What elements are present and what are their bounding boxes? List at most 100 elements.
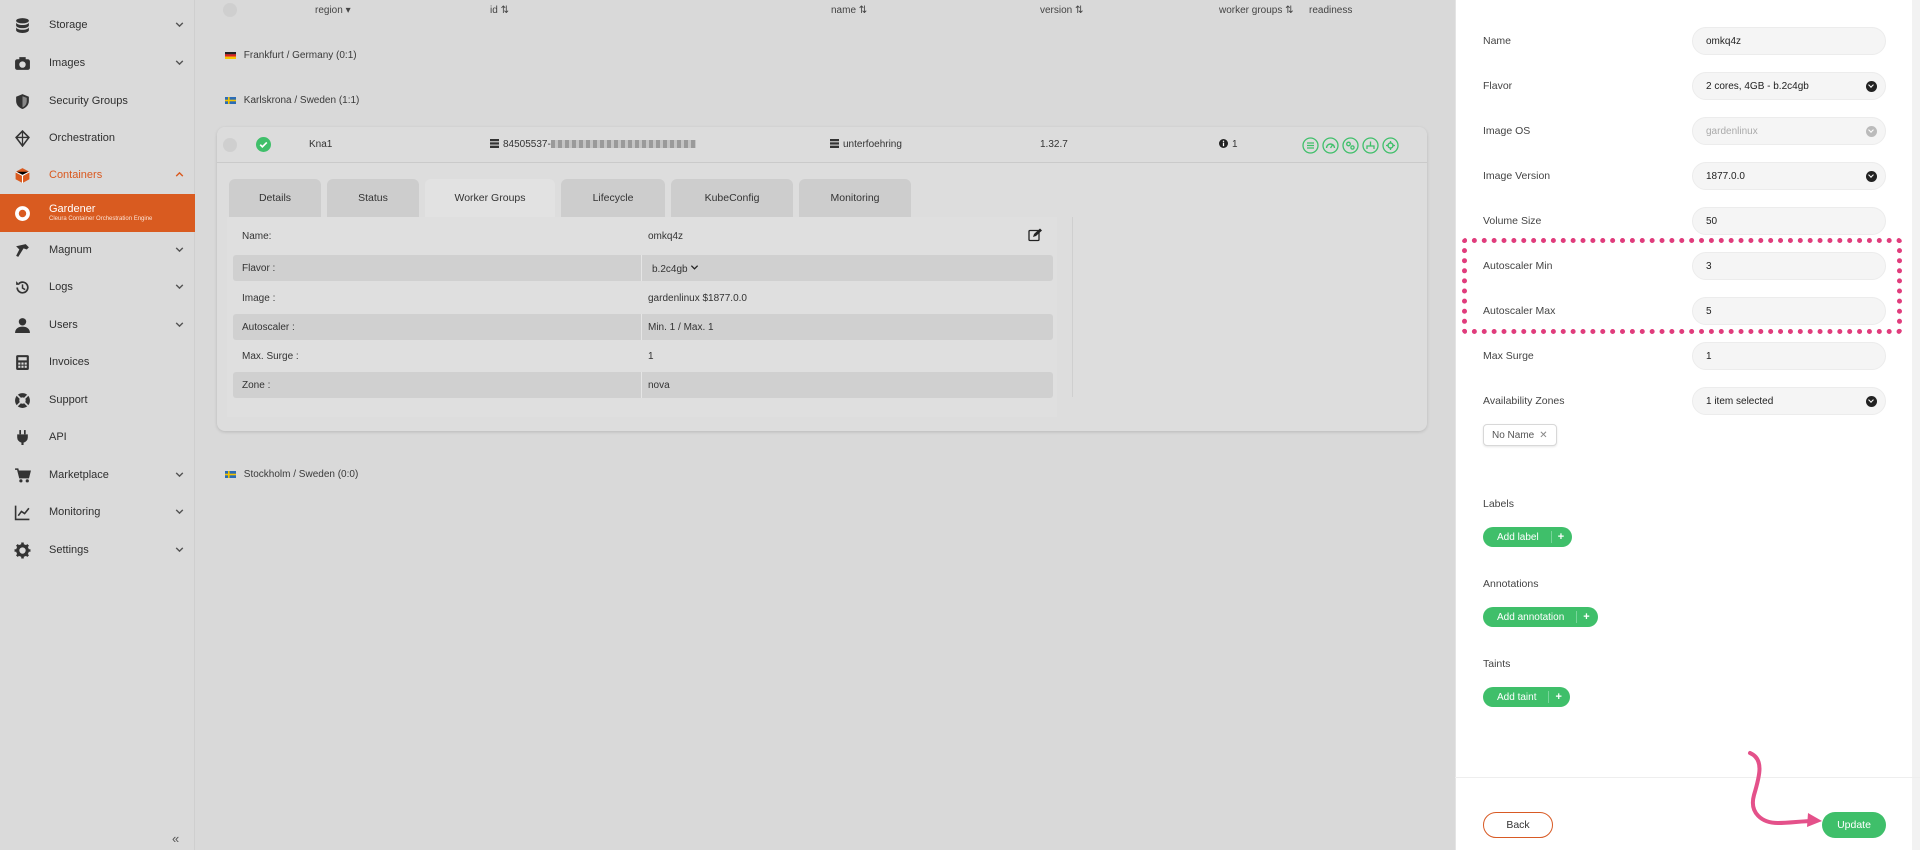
max-surge-input[interactable]: 1 bbox=[1692, 342, 1886, 370]
flavor-dropdown[interactable]: b.2c4gb bbox=[652, 263, 699, 275]
name-input[interactable]: omkq4z bbox=[1692, 27, 1886, 55]
panel-scrollbar[interactable] bbox=[1912, 0, 1920, 850]
column-header-name[interactable]: name ⇅ bbox=[831, 5, 867, 16]
tab-lifecycle[interactable]: Lifecycle bbox=[561, 179, 665, 217]
column-header-id[interactable]: id ⇅ bbox=[490, 5, 509, 16]
chevron-down-icon bbox=[1866, 81, 1877, 92]
sidebar-item-label: Users bbox=[49, 319, 78, 331]
button-label: Add taint bbox=[1497, 691, 1537, 703]
sidebar-item-containers[interactable]: Containers bbox=[0, 159, 195, 191]
edit-icon[interactable] bbox=[1028, 228, 1042, 242]
worker-groups-value: 1 bbox=[1232, 139, 1238, 150]
cell-divider bbox=[641, 255, 642, 281]
select-value: 1877.0.0 bbox=[1706, 170, 1745, 182]
add-label-button[interactable]: Add label + bbox=[1483, 527, 1573, 547]
image-os-select[interactable]: gardenlinux bbox=[1692, 117, 1886, 145]
close-icon[interactable]: ✕ bbox=[1539, 430, 1547, 441]
select-all-checkbox[interactable] bbox=[223, 3, 237, 17]
tab-kubeconfig[interactable]: KubeConfig bbox=[671, 179, 793, 217]
sidebar-item-label: Orchestration bbox=[49, 132, 116, 144]
chevron-down-icon bbox=[175, 247, 184, 253]
cell-divider bbox=[641, 372, 642, 398]
tab-monitoring[interactable]: Monitoring bbox=[799, 179, 911, 217]
add-taint-button[interactable]: Add taint + bbox=[1483, 687, 1570, 707]
user-icon bbox=[15, 317, 30, 333]
tab-status[interactable]: Status bbox=[327, 179, 419, 217]
chevron-down-icon bbox=[175, 547, 184, 553]
cluster-row[interactable]: Kna1 84505537- unterfoehring 1.32.7 1 bbox=[217, 127, 1427, 163]
column-header-worker-groups[interactable]: worker groups ⇅ bbox=[1219, 5, 1294, 16]
taints-heading: Taints bbox=[1483, 658, 1511, 670]
chevron-down-icon bbox=[1866, 171, 1877, 182]
sidebar-item-images[interactable]: Images bbox=[0, 47, 195, 79]
field-label-flavor: Flavor bbox=[1483, 80, 1513, 92]
main-content: region ▾ id ⇅ name ⇅ version ⇅ worker gr… bbox=[195, 0, 1455, 850]
chevron-down-icon bbox=[1866, 396, 1877, 407]
collapse-sidebar-button[interactable]: « bbox=[172, 831, 179, 846]
availability-zones-select[interactable]: 1 item selected bbox=[1692, 387, 1886, 415]
update-button[interactable]: Update bbox=[1822, 812, 1886, 838]
sidebar-item-magnum[interactable]: Magnum bbox=[0, 234, 195, 266]
sidebar-item-text-group: Gardener Cleura Container Orchestration … bbox=[49, 203, 152, 223]
cluster-region: Kna1 bbox=[309, 139, 333, 150]
detail-value: nova bbox=[648, 380, 670, 391]
region-group-stockholm[interactable]: Stockholm / Sweden (0:0) bbox=[225, 469, 358, 480]
sidebar-item-invoices[interactable]: Invoices bbox=[0, 346, 195, 378]
row-checkbox[interactable] bbox=[223, 138, 237, 152]
sidebar-item-security-groups[interactable]: Security Groups bbox=[0, 85, 195, 117]
tab-worker-groups[interactable]: Worker Groups bbox=[425, 179, 555, 217]
sidebar-item-marketplace[interactable]: Marketplace bbox=[0, 459, 195, 491]
chevron-down-icon bbox=[175, 472, 184, 478]
chart-line-icon bbox=[14, 505, 30, 520]
field-label-image-version: Image Version bbox=[1483, 170, 1551, 182]
calculator-icon bbox=[16, 354, 29, 370]
cluster-card: Kna1 84505537- unterfoehring 1.32.7 1 De… bbox=[217, 127, 1427, 431]
header-label: version bbox=[1040, 5, 1073, 16]
sidebar-item-support[interactable]: Support bbox=[0, 384, 195, 416]
volume-size-input[interactable]: 50 bbox=[1692, 207, 1886, 235]
magnum-icon bbox=[16, 243, 29, 257]
sidebar-item-monitoring[interactable]: Monitoring bbox=[0, 496, 195, 528]
sidebar-item-label: Security Groups bbox=[49, 95, 128, 107]
column-header-region[interactable]: region ▾ bbox=[315, 5, 351, 16]
chevron-down-icon bbox=[175, 22, 184, 28]
sidebar-item-gardener[interactable]: Gardener Cleura Container Orchestration … bbox=[0, 194, 195, 232]
header-label: name bbox=[831, 5, 857, 16]
detail-key: Max. Surge : bbox=[242, 351, 299, 362]
labels-heading: Labels bbox=[1483, 498, 1514, 510]
row-background bbox=[233, 314, 1053, 340]
plus-icon: + bbox=[1548, 691, 1562, 703]
region-label: Karlskrona / Sweden (1:1) bbox=[243, 95, 360, 106]
info-icon bbox=[1219, 139, 1228, 148]
check-circle-icon bbox=[256, 137, 271, 152]
image-version-select[interactable]: 1877.0.0 bbox=[1692, 162, 1886, 190]
region-group-karlskrona[interactable]: Karlskrona / Sweden (1:1) bbox=[225, 95, 359, 106]
gear-icon bbox=[14, 542, 31, 558]
select-value: 2 cores, 4GB - b.2c4gb bbox=[1706, 80, 1809, 92]
plus-icon: + bbox=[1576, 611, 1590, 623]
sidebar-item-settings[interactable]: Settings bbox=[0, 534, 195, 566]
back-button[interactable]: Back bbox=[1483, 812, 1553, 838]
detail-row-autoscaler: Autoscaler : Min. 1 / Max. 1 bbox=[233, 314, 1053, 340]
select-value: gardenlinux bbox=[1706, 125, 1758, 137]
detail-value: b.2c4gb bbox=[652, 264, 688, 275]
tab-details[interactable]: Details bbox=[229, 179, 321, 217]
region-group-frankfurt[interactable]: Frankfurt / Germany (0:1) bbox=[225, 50, 357, 61]
sidebar-item-logs[interactable]: Logs bbox=[0, 271, 195, 303]
region-label: Frankfurt / Germany (0:1) bbox=[243, 50, 357, 61]
column-header-version[interactable]: version ⇅ bbox=[1040, 5, 1083, 16]
camera-icon bbox=[15, 56, 30, 70]
cluster-name: unterfoehring bbox=[830, 139, 902, 150]
sidebar-item-label: Logs bbox=[49, 281, 73, 293]
sidebar-item-orchestration[interactable]: Orchestration bbox=[0, 122, 195, 154]
sidebar-item-api[interactable]: API bbox=[0, 421, 195, 453]
flavor-select[interactable]: 2 cores, 4GB - b.2c4gb bbox=[1692, 72, 1886, 100]
detail-row-flavor: Flavor : b.2c4gb bbox=[233, 255, 1053, 281]
box-icon bbox=[15, 167, 30, 183]
header-label: id bbox=[490, 5, 498, 16]
add-annotation-button[interactable]: Add annotation + bbox=[1483, 607, 1598, 627]
highlight-autoscaler-box bbox=[1462, 238, 1902, 334]
orchestration-icon bbox=[15, 129, 30, 147]
sidebar-item-users[interactable]: Users bbox=[0, 309, 195, 341]
sidebar-item-storage[interactable]: Storage bbox=[0, 9, 195, 41]
